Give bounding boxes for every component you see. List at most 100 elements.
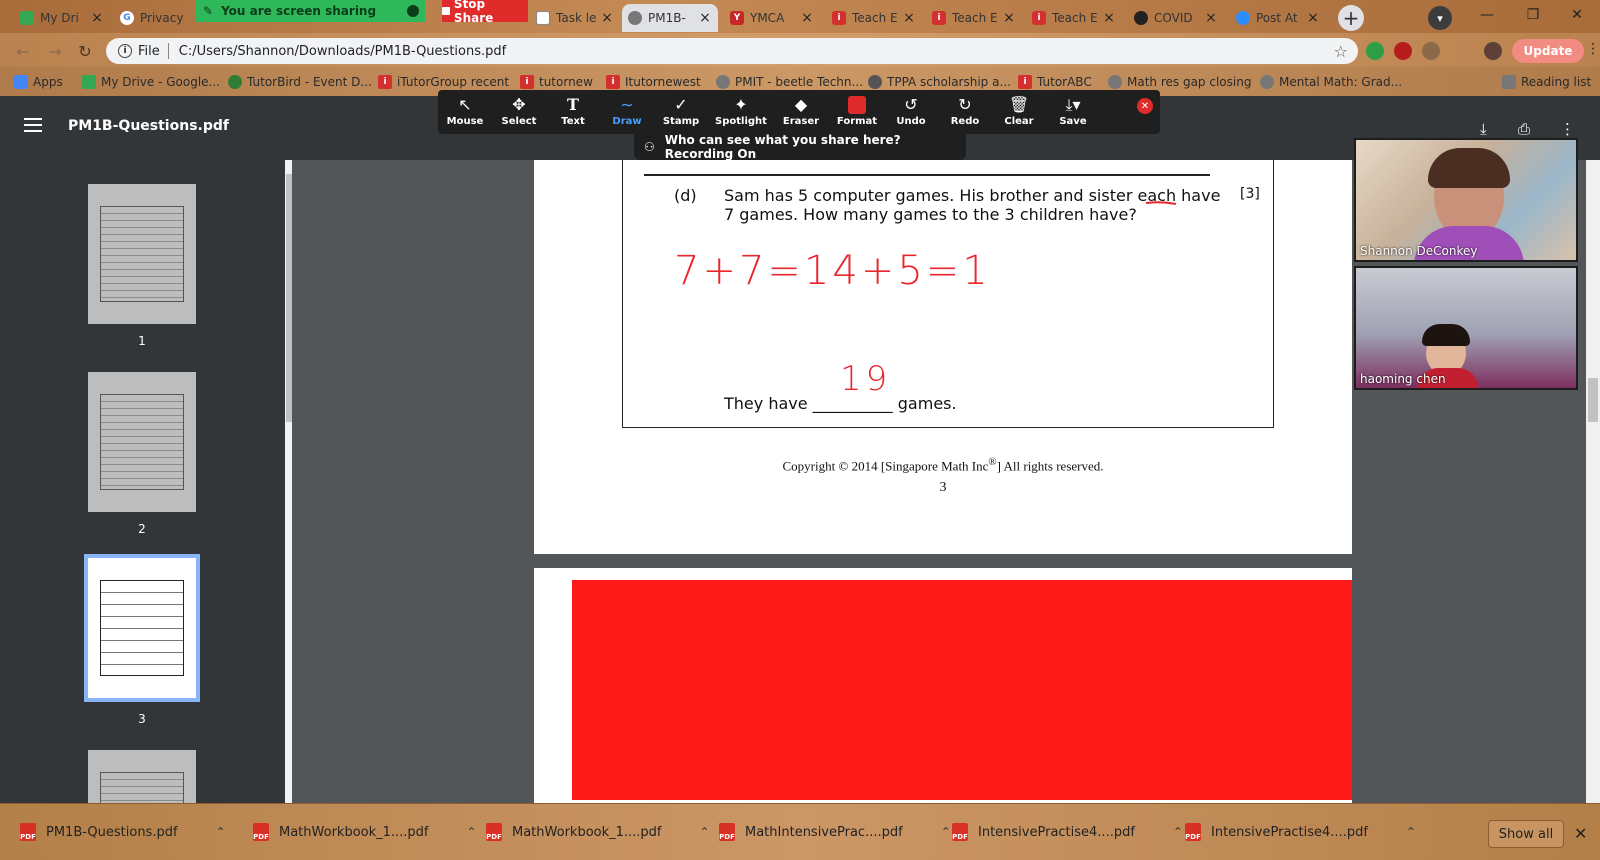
tab-4[interactable]: Y YMCA × (724, 4, 820, 32)
draw-tool[interactable]: ∼ Draw (600, 94, 654, 132)
page-thumbnail-4[interactable] (88, 750, 196, 803)
show-all-button[interactable]: Show all (1488, 820, 1564, 848)
more-menu-icon[interactable]: ⋮ (1586, 41, 1600, 57)
stop-share-button[interactable]: Stop Share (442, 0, 528, 25)
screen-sharing-indicator[interactable]: ✎ You are screen sharing (195, 0, 425, 22)
close-tab-icon[interactable]: × (1102, 10, 1116, 26)
bookmark-apps[interactable]: Apps (14, 73, 63, 91)
chevron-up-icon[interactable]: ⌃ (700, 825, 710, 839)
page-thumbnail-2[interactable] (88, 372, 196, 512)
bookmark-mental-math[interactable]: Mental Math: Grad... (1260, 73, 1402, 91)
page-thumbnail-3-selected[interactable] (84, 554, 200, 702)
extension-icon[interactable] (1366, 42, 1384, 60)
chevron-up-icon[interactable]: ⌃ (216, 825, 226, 839)
download-icon[interactable]: ⤓ (1480, 120, 1487, 138)
back-button[interactable]: ← (12, 40, 34, 62)
download-item[interactable]: PDF IntensivePractise4....pdf ⌃ (1185, 818, 1416, 846)
tab-5[interactable]: i Teach E × (826, 4, 922, 32)
new-tab-button[interactable]: + (1338, 5, 1364, 31)
drive-icon (20, 11, 34, 25)
menu-icon[interactable] (24, 118, 42, 132)
download-item[interactable]: PDF IntensivePractise4....pdf ⌃ (952, 818, 1183, 846)
pin-icon: ✎ (203, 4, 214, 18)
scrollbar-thumb[interactable] (286, 174, 292, 422)
chevron-up-icon[interactable]: ⌃ (941, 825, 951, 839)
main-scrollbar[interactable] (1586, 160, 1600, 803)
tab-7[interactable]: i Teach E × (1026, 4, 1122, 32)
scrollbar-thumb[interactable] (1588, 378, 1598, 422)
close-tab-icon[interactable]: × (698, 10, 712, 26)
print-icon[interactable]: ⎙ (1518, 120, 1530, 138)
chevron-down-icon: ▾ (1437, 11, 1443, 25)
tab-1[interactable]: G Privacy (114, 4, 190, 32)
tab-0[interactable]: My Dri × (14, 4, 110, 32)
handwritten-underline (1145, 201, 1177, 205)
close-icon[interactable]: ✕ (1574, 824, 1587, 843)
close-tab-icon[interactable]: × (800, 10, 814, 26)
tab-search-button[interactable]: ▾ (1428, 6, 1452, 30)
minimize-button[interactable]: — (1464, 0, 1510, 30)
restore-button[interactable]: ❐ (1510, 0, 1556, 30)
close-tab-icon[interactable]: × (1306, 10, 1320, 26)
page-number: 3 (939, 480, 947, 495)
participant-video-2[interactable]: haoming chen (1354, 266, 1578, 390)
bookmark-my-drive[interactable]: My Drive - Google... (82, 73, 220, 91)
bookmark-math-res[interactable]: Math res gap closing (1108, 73, 1251, 91)
tab-3-active[interactable]: PM1B- × (622, 4, 718, 32)
update-button[interactable]: Update (1512, 39, 1584, 63)
bookmark-tutornew[interactable]: i tutornew (520, 73, 593, 91)
clear-tool[interactable]: 🗑 Clear (992, 94, 1046, 132)
reload-button[interactable]: ↻ (74, 40, 96, 62)
tool-label: Format (836, 116, 878, 127)
close-tab-icon[interactable]: × (902, 10, 916, 26)
close-tab-icon[interactable]: × (1204, 10, 1218, 26)
tab-2[interactable]: Task le × (530, 4, 620, 32)
download-item[interactable]: PDF MathIntensivePrac....pdf ⌃ (719, 818, 951, 846)
forward-button[interactable]: → (44, 40, 66, 62)
puzzle-icon[interactable] (1422, 42, 1440, 60)
more-options-icon[interactable]: ⋮ (1560, 120, 1575, 138)
sidebar-scrollbar[interactable] (285, 160, 292, 803)
page-thumbnail-1[interactable] (88, 184, 196, 324)
ublock-icon[interactable] (1394, 42, 1412, 60)
bookmark-tutorabc[interactable]: i TutorABC (1018, 73, 1092, 91)
close-window-button[interactable]: ✕ (1554, 0, 1600, 30)
format-tool[interactable]: Format (830, 94, 884, 132)
tab-6[interactable]: i Teach E × (926, 4, 1022, 32)
bookmark-label: Math res gap closing (1127, 75, 1252, 89)
mouse-tool[interactable]: ↖ Mouse (438, 94, 492, 132)
save-tool[interactable]: ⤓▾ Save (1046, 94, 1100, 132)
download-item[interactable]: PDF PM1B-Questions.pdf ⌃ (20, 818, 226, 846)
close-tab-icon[interactable]: × (90, 10, 104, 26)
share-visibility-banner[interactable]: ⚇ Who can see what you share here? Recor… (634, 133, 966, 161)
bookmark-pmit[interactable]: PMIT - beetle Techn... (716, 73, 863, 91)
redo-tool[interactable]: ↻ Redo (938, 94, 992, 132)
spotlight-tool[interactable]: ✦ Spotlight (714, 94, 768, 132)
avatar[interactable] (1484, 42, 1502, 60)
download-item[interactable]: PDF MathWorkbook_1....pdf ⌃ (253, 818, 477, 846)
bookmark-itutorgroup[interactable]: i iTutorGroup recent (378, 73, 509, 91)
eraser-tool[interactable]: ◆ Eraser (774, 94, 828, 132)
bookmark-star-icon[interactable]: ☆ (1334, 42, 1348, 61)
bookmark-itutornewest[interactable]: i Itutornewest (606, 73, 701, 91)
address-bar[interactable]: i File C:/Users/Shannon/Downloads/PM1B-Q… (106, 38, 1358, 64)
tab-8[interactable]: COVID × (1128, 4, 1224, 32)
bookmark-tutorbird[interactable]: TutorBird - Event D... (228, 73, 372, 91)
tab-9[interactable]: Post At × (1230, 4, 1326, 32)
bookmark-tppa[interactable]: TPPA scholarship a... (868, 73, 1011, 91)
tutor-icon: i (1032, 11, 1046, 25)
undo-icon: ↺ (904, 95, 918, 114)
chevron-up-icon[interactable]: ⌃ (1173, 825, 1183, 839)
text-tool[interactable]: T Text (546, 94, 600, 132)
close-tab-icon[interactable]: × (1002, 10, 1016, 26)
close-tab-icon[interactable]: × (600, 10, 614, 26)
stamp-tool[interactable]: ✓ Stamp (654, 94, 708, 132)
participant-video-1[interactable]: Shannon DeConkey (1354, 138, 1578, 262)
chevron-up-icon[interactable]: ⌃ (1406, 825, 1416, 839)
select-tool[interactable]: ✥ Select (492, 94, 546, 132)
undo-tool[interactable]: ↺ Undo (884, 94, 938, 132)
download-item[interactable]: PDF MathWorkbook_1....pdf ⌃ (486, 818, 710, 846)
close-annotation-button[interactable]: ✕ (1137, 98, 1153, 114)
chevron-up-icon[interactable]: ⌃ (467, 825, 477, 839)
reading-list[interactable]: Reading list (1502, 73, 1591, 91)
